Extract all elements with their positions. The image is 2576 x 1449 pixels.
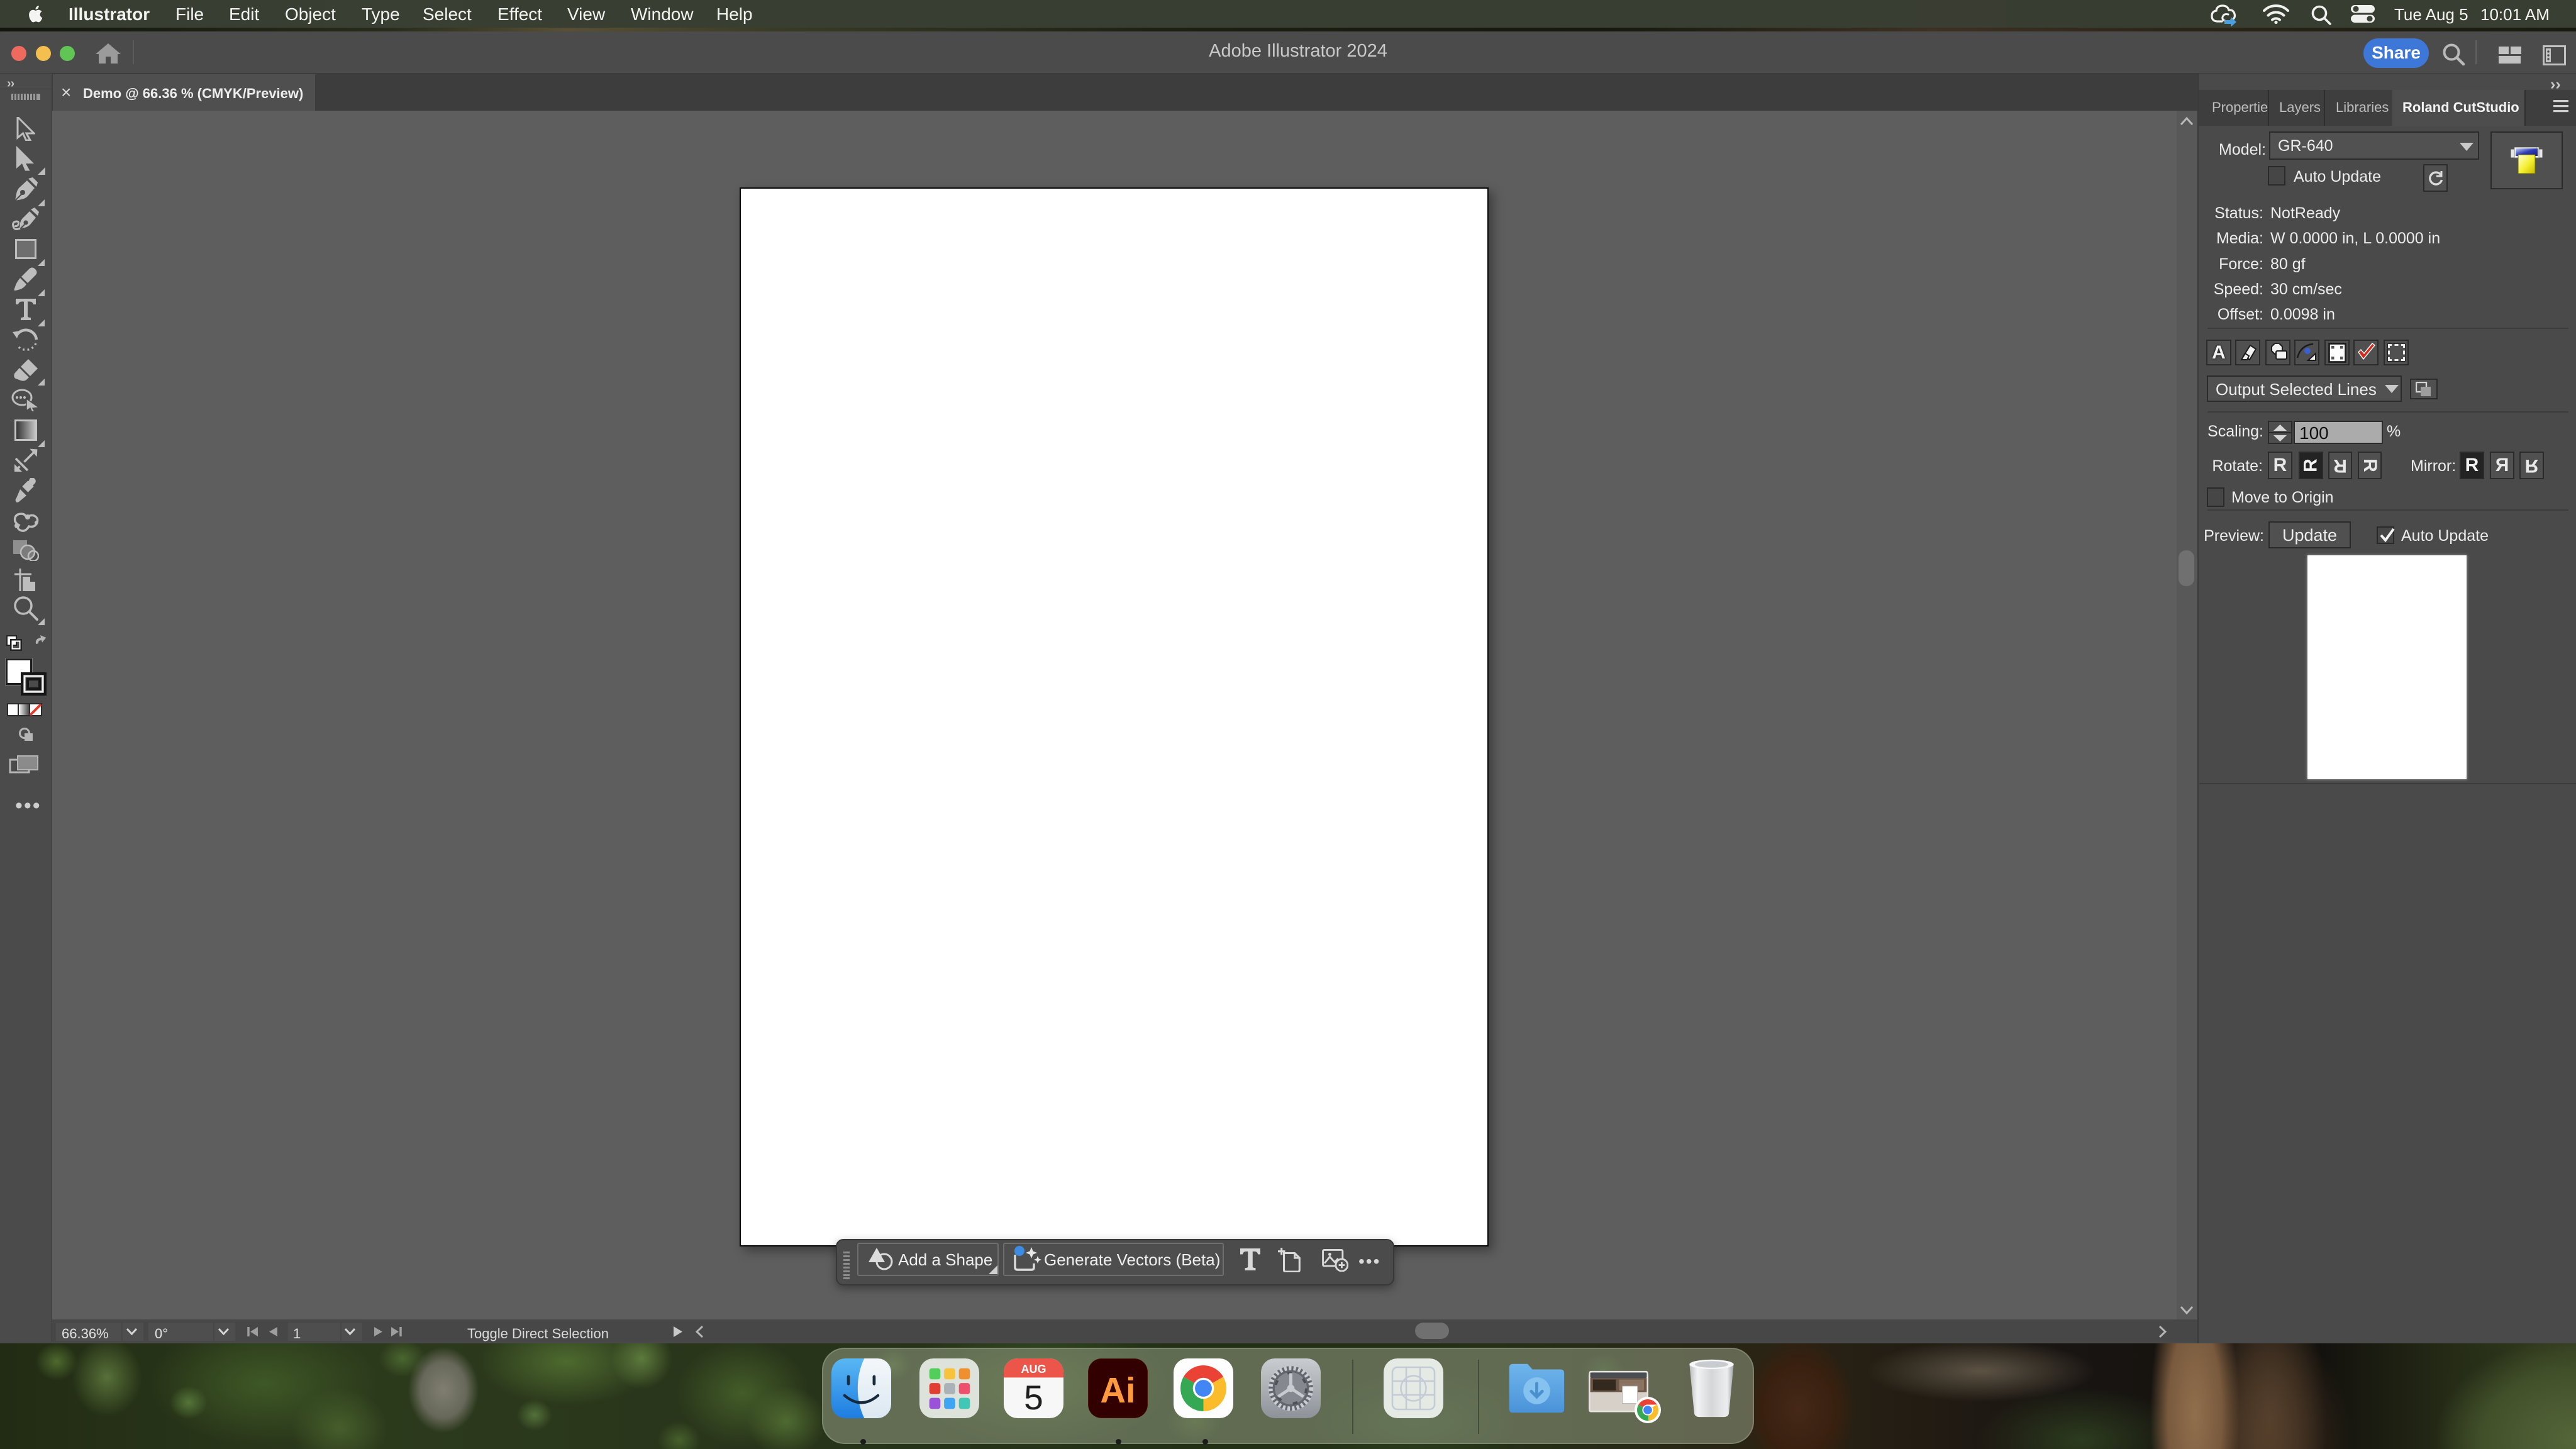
svg-text:AUG: AUG xyxy=(1021,1363,1046,1375)
svg-text:5: 5 xyxy=(1024,1378,1043,1417)
svg-text:Ai: Ai xyxy=(1100,1370,1135,1410)
